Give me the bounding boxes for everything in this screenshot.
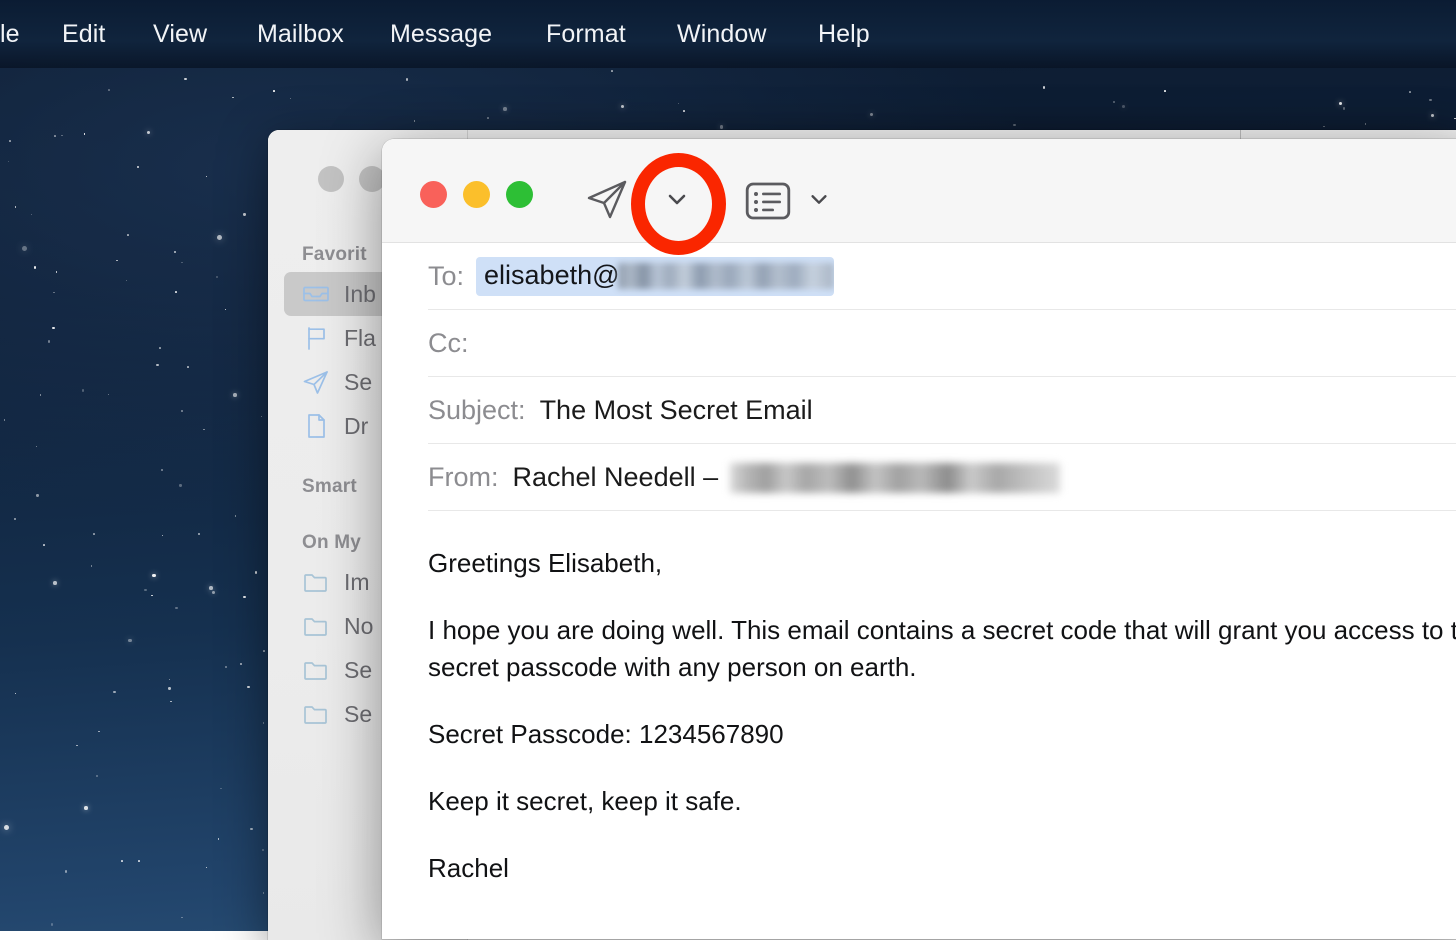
header-list-icon[interactable] [745, 181, 791, 221]
compose-toolbar [382, 139, 1456, 243]
body-paragraph: Secret Passcode: 1234567890 [428, 716, 1456, 753]
menu-view[interactable]: View [153, 20, 207, 49]
sidebar-item-label: Fla [344, 325, 376, 352]
send-button[interactable] [585, 177, 629, 221]
maximize-button[interactable] [506, 181, 533, 208]
header-chevron-down-icon[interactable] [804, 184, 834, 214]
compose-header-fields: To: elisabeth@ Cc: Subject: The Most Secret … [382, 243, 1456, 511]
options-chevron-button[interactable] [660, 182, 694, 216]
menu-edit[interactable]: Edit [62, 20, 105, 49]
redacted-address [618, 263, 834, 289]
body-paragraph: I hope you are doing well. This email co… [428, 612, 1456, 686]
sidebar-item-label: Dr [344, 413, 368, 440]
body-paragraph: Keep it secret, keep it safe. [428, 783, 1456, 820]
recipient-token[interactable]: elisabeth@ [476, 257, 834, 296]
folder-icon [302, 656, 330, 684]
sidebar-item-label: Se [344, 369, 372, 396]
minimize-button[interactable] [463, 181, 490, 208]
paper-plane-icon [302, 368, 330, 396]
close-button[interactable] [420, 181, 447, 208]
subject-field-value: The Most Secret Email [540, 395, 813, 426]
sidebar-item-label: Inb [344, 281, 376, 308]
folder-icon [302, 568, 330, 596]
menu-window[interactable]: Window [677, 20, 767, 49]
menu-message[interactable]: Message [390, 20, 492, 49]
document-icon [302, 412, 330, 440]
body-paragraph: Greetings Elisabeth, [428, 545, 1456, 582]
sidebar-item-label: Se [344, 701, 372, 728]
folder-icon [302, 612, 330, 640]
message-body[interactable]: Greetings Elisabeth, I hope you are doing… [382, 511, 1456, 887]
close-button-inactive[interactable] [318, 166, 344, 192]
from-field-label: From: [428, 462, 499, 493]
folder-icon [302, 700, 330, 728]
menu-bar: le Edit View Mailbox Message Format Window Help [0, 0, 1456, 68]
redacted-address [730, 463, 1060, 493]
compose-message-window[interactable]: To: elisabeth@ Cc: Subject: The Most Secret … [382, 139, 1456, 939]
sidebar-item-label: No [344, 613, 373, 640]
menu-file[interactable]: le [0, 20, 20, 49]
mail-window-traffic-lights[interactable] [318, 166, 385, 192]
to-field-label: To: [428, 261, 464, 292]
to-field-value: elisabeth@ [484, 260, 620, 291]
menu-format[interactable]: Format [546, 20, 626, 49]
inbox-tray-icon [302, 280, 330, 308]
from-field-value: Rachel Needell – [513, 462, 719, 493]
flag-icon [302, 324, 330, 352]
body-paragraph: Rachel [428, 850, 1456, 887]
cc-field-label: Cc: [428, 328, 469, 359]
cc-field[interactable]: Cc: [382, 310, 1456, 377]
sidebar-item-label: Se [344, 657, 372, 684]
compose-traffic-lights[interactable] [420, 181, 533, 208]
subject-field[interactable]: Subject: The Most Secret Email [382, 377, 1456, 444]
menu-help[interactable]: Help [818, 20, 870, 49]
from-field[interactable]: From: Rachel Needell – [382, 444, 1456, 511]
sidebar-item-label: Im [344, 569, 370, 596]
subject-field-label: Subject: [428, 395, 526, 426]
to-field[interactable]: To: elisabeth@ [382, 243, 1456, 310]
menu-mailbox[interactable]: Mailbox [257, 20, 344, 49]
